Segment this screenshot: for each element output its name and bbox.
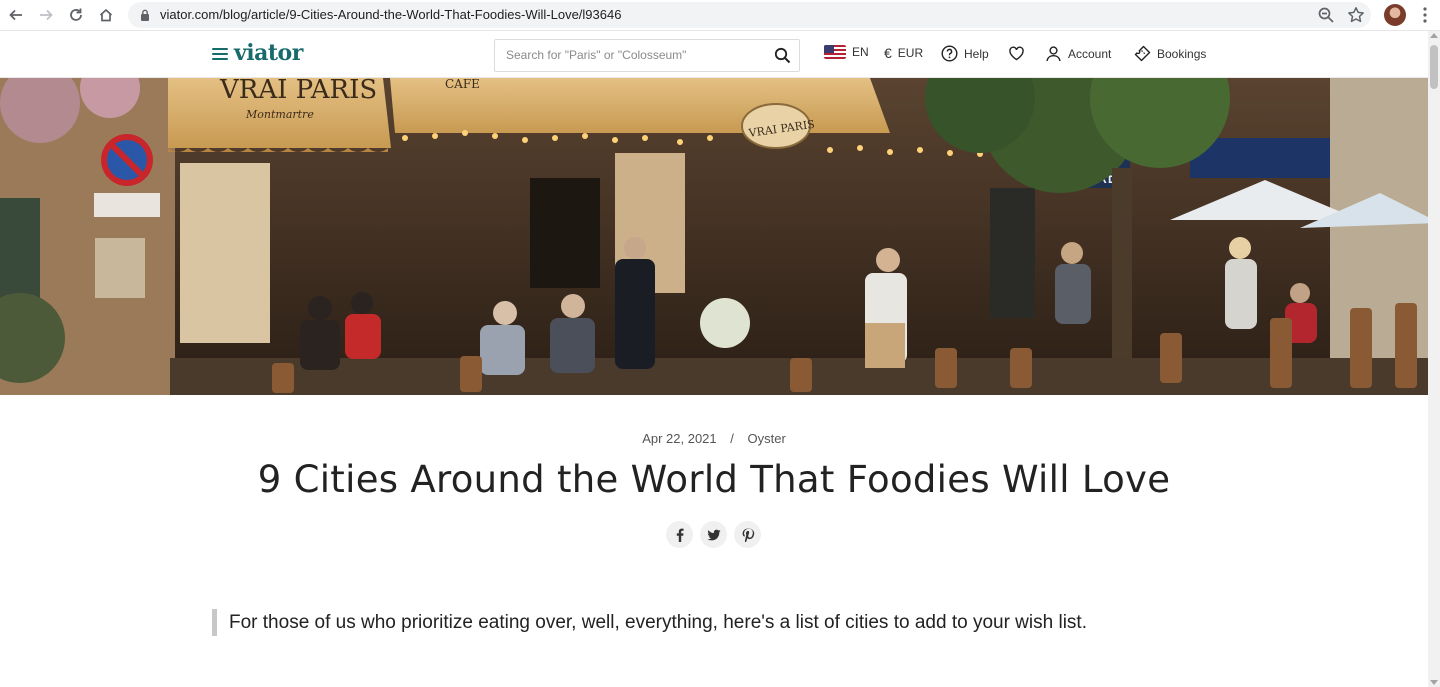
share-buttons [666,521,761,548]
home-icon[interactable] [95,4,117,26]
account-label: Account [1068,46,1112,61]
cafe-sign-text: CAFÉ [445,78,480,91]
twitter-icon [707,529,720,540]
forward-arrow-icon[interactable] [35,4,57,26]
scroll-thumb[interactable] [1430,45,1438,89]
ticket-icon [1134,45,1151,62]
article-title: 9 Cities Around the World That Foodies W… [257,458,1171,501]
address-bar[interactable]: viator.com/blog/article/9-Cities-Around-… [128,2,1371,28]
paris-cafe-terrace-photo: VRAI PARIS Montmartre CAFÉ VRAI PARIS CE… [0,78,1428,395]
article-author[interactable]: Oyster [748,431,786,446]
heart-icon [1009,46,1024,61]
share-twitter-button[interactable] [700,521,727,548]
back-arrow-icon[interactable] [5,4,27,26]
zoom-icon[interactable] [1317,6,1335,24]
currency-label: EUR [897,46,924,60]
scroll-up-arrow-icon[interactable] [1430,33,1438,38]
more-menu-icon[interactable] [1418,5,1432,25]
article-intro: For those of us who prioritize eating ov… [212,609,1087,636]
article-meta: Apr 22, 2021 / Oyster [0,431,1428,446]
us-flag-icon [824,45,846,59]
search-input[interactable] [506,48,756,62]
profile-avatar[interactable] [1384,4,1406,26]
awning-sign-text: VRAI PARIS [219,78,377,105]
site-header: viator EN € EUR Help Account [0,31,1428,78]
help-label: Help [964,46,989,61]
language-selector[interactable]: EN [824,45,869,59]
help-link[interactable]: Help [941,45,989,62]
bookings-link[interactable]: Bookings [1134,45,1206,62]
share-facebook-button[interactable] [666,521,693,548]
facebook-icon [676,528,684,542]
euro-icon: € [884,45,892,61]
viator-logo[interactable]: viator [234,40,303,66]
search-icon[interactable] [774,47,791,64]
help-circle-icon [941,45,958,62]
account-link[interactable]: Account [1045,45,1111,62]
url-text[interactable]: viator.com/blog/article/9-Cities-Around-… [160,7,621,22]
article-date: Apr 22, 2021 [642,431,717,446]
user-icon [1046,46,1061,62]
share-pinterest-button[interactable] [734,521,761,548]
bookmark-star-icon[interactable] [1347,6,1365,24]
search-box[interactable] [494,39,800,72]
currency-selector[interactable]: € EUR [884,45,923,61]
pinterest-icon [742,528,754,542]
meta-separator: / [730,431,734,446]
lock-icon[interactable] [140,9,150,21]
browser-toolbar: viator.com/blog/article/9-Cities-Around-… [0,0,1440,31]
wishlist-link[interactable] [1008,45,1025,62]
scroll-down-arrow-icon[interactable] [1430,680,1438,685]
reload-icon[interactable] [65,4,87,26]
awning-subsign-text: Montmartre [245,108,314,121]
hero-image: VRAI PARIS Montmartre CAFÉ VRAI PARIS CE… [0,78,1428,395]
hamburger-menu-icon[interactable] [212,48,228,61]
language-label: EN [852,45,869,59]
bookings-label: Bookings [1157,46,1207,61]
page-scrollbar[interactable] [1428,31,1440,687]
